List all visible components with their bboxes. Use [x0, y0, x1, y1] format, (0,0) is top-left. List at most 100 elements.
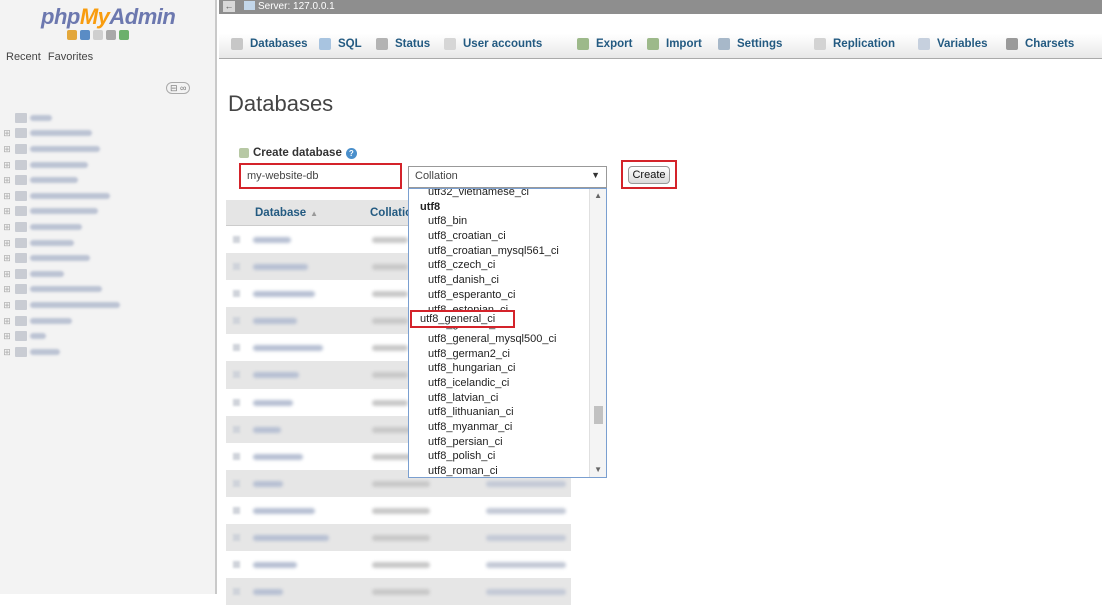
- scroll-up-icon[interactable]: ▲: [594, 191, 602, 200]
- collation-option[interactable]: utf8_roman_ci: [409, 464, 592, 477]
- collation-option[interactable]: utf8_general_mysql500_ci: [409, 332, 592, 347]
- tab-charsets[interactable]: Charsets: [1006, 38, 1074, 50]
- row-checkbox[interactable]: [233, 290, 240, 298]
- blurred-privileges-link[interactable]: [486, 480, 566, 487]
- row-checkbox[interactable]: [233, 317, 240, 325]
- sidebar-tree-item[interactable]: ⊞: [2, 250, 120, 266]
- expand-icon[interactable]: ⊞: [2, 191, 12, 201]
- collation-option[interactable]: utf8_bin: [409, 214, 592, 229]
- collapse-all-icon[interactable]: ⊟ ∞: [166, 82, 191, 94]
- collation-option[interactable]: utf8_czech_ci: [409, 258, 592, 273]
- table-row[interactable]: [226, 524, 571, 552]
- tab-favorites[interactable]: Favorites: [46, 51, 95, 63]
- blurred-database-name[interactable]: [253, 589, 283, 596]
- sidebar-tree-item[interactable]: ⊞: [2, 204, 120, 220]
- home-icon[interactable]: [67, 30, 77, 40]
- tab-databases[interactable]: Databases: [231, 38, 308, 50]
- phpmyadmin-logo[interactable]: phpMyAdmin: [41, 4, 176, 30]
- sidebar-tree-item[interactable]: ⊞: [2, 344, 120, 360]
- selected-option-highlight[interactable]: utf8_general_ci: [410, 310, 515, 328]
- sidebar-tree-item[interactable]: ⊞: [2, 266, 120, 282]
- expand-icon[interactable]: ⊞: [2, 300, 12, 310]
- collation-option[interactable]: utf8_lithuanian_ci: [409, 405, 592, 420]
- help-icon[interactable]: ?: [345, 147, 357, 159]
- table-row[interactable]: [226, 551, 571, 578]
- blurred-database-name[interactable]: [253, 535, 329, 542]
- blurred-privileges-link[interactable]: [486, 535, 566, 542]
- collation-option[interactable]: utf8_polish_ci: [409, 449, 592, 464]
- collation-option[interactable]: utf8_myanmar_ci: [409, 420, 592, 435]
- expand-icon[interactable]: ⊞: [2, 206, 12, 216]
- table-row[interactable]: [226, 497, 571, 524]
- collation-option[interactable]: utf8_hungarian_ci: [409, 361, 592, 376]
- sidebar-tree-item[interactable]: ⊞: [2, 297, 120, 313]
- row-checkbox[interactable]: [233, 263, 240, 271]
- sidebar-tree-item[interactable]: ⊞: [2, 235, 120, 251]
- collation-option[interactable]: utf32_vietnamese_ci: [409, 189, 592, 200]
- sidebar-tree-item[interactable]: ⊞: [2, 188, 120, 204]
- blurred-database-name[interactable]: [253, 372, 299, 379]
- sidebar-tree-item[interactable]: ⊞: [2, 328, 120, 344]
- row-checkbox[interactable]: [233, 561, 240, 569]
- expand-icon[interactable]: ⊞: [2, 284, 12, 294]
- dropdown-scrollbar[interactable]: ▲ ▼: [589, 189, 606, 477]
- blurred-database-name[interactable]: [253, 345, 323, 352]
- collation-option[interactable]: utf8_esperanto_ci: [409, 288, 592, 303]
- collation-dropdown-list[interactable]: utf32_vietnamese_ci utf8 utf8_bin utf8_croa…: [408, 188, 607, 478]
- expand-icon[interactable]: ⊞: [2, 238, 12, 248]
- row-checkbox[interactable]: [233, 534, 240, 542]
- column-header-database[interactable]: Database ▲: [255, 207, 318, 219]
- expand-icon[interactable]: [2, 113, 12, 123]
- sidebar-tree-item[interactable]: [2, 110, 120, 126]
- tab-sql[interactable]: SQL: [319, 38, 362, 50]
- collation-option[interactable]: utf8_croatian_mysql561_ci: [409, 244, 592, 259]
- expand-icon[interactable]: ⊞: [2, 144, 12, 154]
- blurred-database-name[interactable]: [253, 507, 315, 514]
- row-checkbox[interactable]: [233, 452, 240, 460]
- table-row[interactable]: [226, 578, 571, 605]
- collation-select[interactable]: Collation ▼: [408, 166, 607, 188]
- blurred-database-name[interactable]: [253, 480, 283, 487]
- row-checkbox[interactable]: [233, 344, 240, 352]
- sidebar-tree-item[interactable]: ⊞: [2, 313, 120, 329]
- blurred-database-name[interactable]: [253, 399, 293, 406]
- tab-replication[interactable]: Replication: [814, 38, 895, 50]
- collation-option[interactable]: utf8_danish_ci: [409, 273, 592, 288]
- blurred-database-name[interactable]: [253, 426, 281, 433]
- breadcrumb-server[interactable]: Server: 127.0.0.1: [244, 1, 335, 12]
- sidebar-tree-item[interactable]: ⊞: [2, 219, 120, 235]
- collation-option[interactable]: utf8_croatian_ci: [409, 229, 592, 244]
- row-checkbox[interactable]: [233, 588, 240, 596]
- blurred-database-name[interactable]: [253, 237, 291, 243]
- expand-icon[interactable]: ⊞: [2, 269, 12, 279]
- sidebar-tree-item[interactable]: ⊞: [2, 172, 120, 188]
- row-checkbox[interactable]: [233, 425, 240, 433]
- blurred-privileges-link[interactable]: [486, 507, 566, 514]
- tab-user-accounts[interactable]: User accounts: [444, 38, 542, 50]
- blurred-database-name[interactable]: [253, 291, 315, 298]
- tab-variables[interactable]: Variables: [918, 38, 988, 50]
- row-checkbox[interactable]: [233, 479, 240, 487]
- collation-option[interactable]: utf8_german2_ci: [409, 347, 592, 362]
- scrollbar-thumb[interactable]: [594, 406, 603, 424]
- reload-icon[interactable]: [119, 30, 129, 40]
- expand-icon[interactable]: ⊞: [2, 175, 12, 185]
- blurred-database-name[interactable]: [253, 264, 308, 271]
- row-checkbox[interactable]: [233, 506, 240, 514]
- sidebar-tree-item[interactable]: ⊞: [2, 126, 120, 142]
- expand-icon[interactable]: ⊞: [2, 160, 12, 170]
- back-arrow-icon[interactable]: ←: [223, 1, 235, 12]
- database-name-input[interactable]: [239, 163, 402, 189]
- sidebar-tree-item[interactable]: ⊞: [2, 157, 120, 173]
- expand-icon[interactable]: ⊞: [2, 128, 12, 138]
- gear-icon[interactable]: [106, 30, 116, 40]
- sidebar-tree-item[interactable]: ⊞: [2, 141, 120, 157]
- blurred-privileges-link[interactable]: [486, 589, 566, 596]
- tab-settings[interactable]: Settings: [718, 38, 782, 50]
- create-button[interactable]: Create: [628, 166, 670, 184]
- blurred-database-name[interactable]: [253, 453, 303, 460]
- collation-option[interactable]: utf8_icelandic_ci: [409, 376, 592, 391]
- expand-icon[interactable]: ⊞: [2, 347, 12, 357]
- row-checkbox[interactable]: [233, 371, 240, 379]
- docs-icon[interactable]: [93, 30, 103, 40]
